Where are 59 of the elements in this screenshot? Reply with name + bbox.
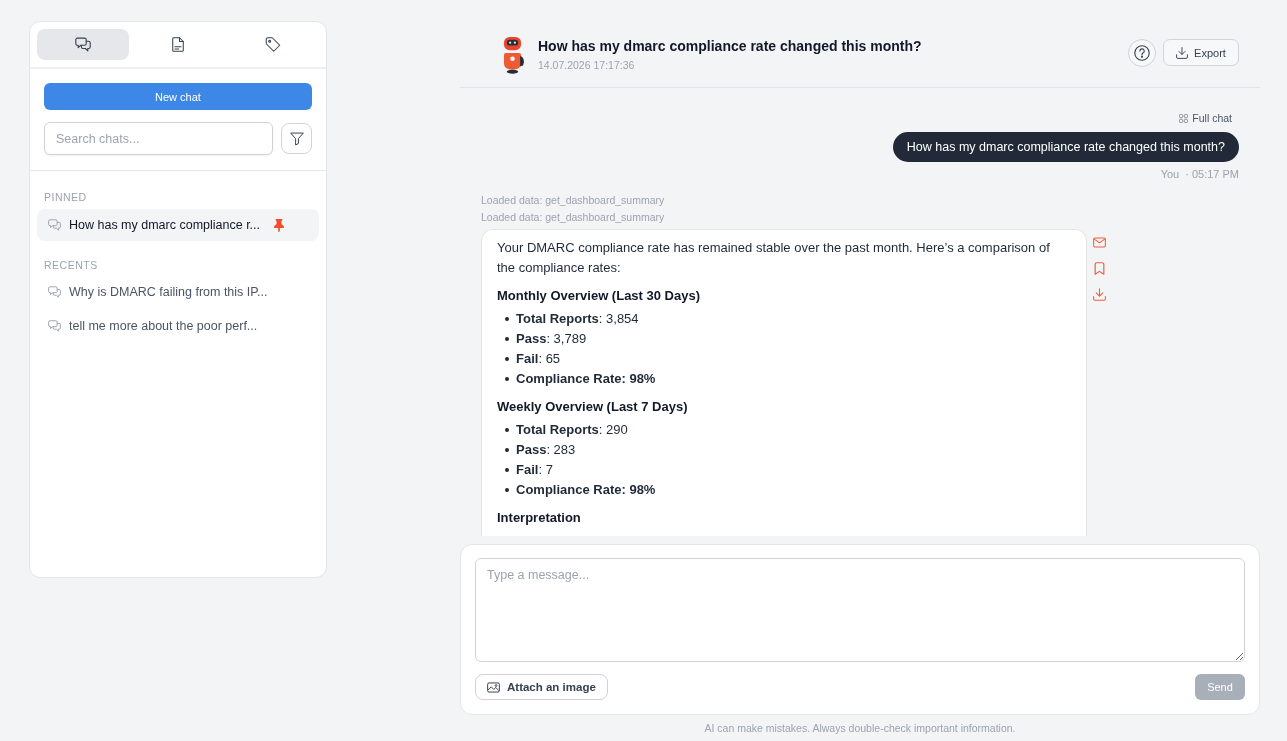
bullet-icon [505,468,509,472]
list-item-text: Pass: 283 [516,441,576,459]
bullet-icon [505,317,509,321]
bullet-icon [505,488,509,492]
chat-title: How has my dmarc compliance rate changed this month? [538,36,923,55]
bookmark-icon [1093,261,1106,275]
bullet-icon [505,377,509,381]
bullet-icon [505,337,509,341]
chat-bubbles-icon [75,37,91,52]
export-button[interactable]: Export [1163,39,1239,66]
grid-icon [1179,113,1189,123]
bookmark-button[interactable] [1093,261,1106,275]
message-time: · 05:17 PM [1185,168,1239,181]
image-icon [487,681,500,693]
sidebar-tab[interactable] [37,29,129,60]
section-heading: RECENTS [43,259,99,271]
tool-status-text: Loaded data: get_dashboard_summary [481,194,665,206]
filter-icon [289,131,304,146]
disclaimer-text: AI can make mistakes. Always double-check important information. [704,722,1016,734]
bullet-icon [505,428,509,432]
tool-status-text: Loaded data: get_dashboard_summary [481,211,665,223]
chat-bubbles-icon [48,286,61,298]
bullet-icon [505,448,509,452]
user-message-bubble: How has my dmarc compliance rate changed this month? [892,132,1239,162]
mail-icon [1093,235,1106,249]
message-paragraph: Your DMARC compliance rate has remained stable over the past month. Here’s a comparison of the compliance rates: [497,239,1051,277]
chat-list-item[interactable]: tell me more about the poor perf... [37,310,319,342]
list-item-text: Total Reports: 290 [516,421,628,439]
list-item-text: Total Reports: 3,854 [516,310,639,328]
chat-timestamp: 14.07.2026 17:17:36 [538,58,636,71]
section-heading: PINNED [43,191,88,203]
help-icon [1134,44,1150,61]
help-button[interactable] [1128,38,1156,67]
tag-icon [265,37,281,52]
chat-list-item[interactable]: How has my dmarc compliance r... [37,209,319,241]
download-icon [1093,287,1106,301]
search-field[interactable]: Search chats... [44,122,273,155]
new-chat-button[interactable]: New chat [44,83,312,110]
filter-button[interactable] [281,123,312,154]
message-heading: Interpretation [497,509,582,527]
message-author: You [1160,168,1180,181]
download-button[interactable] [1093,287,1106,301]
list-item-text: Fail: 7 [516,461,553,479]
download-icon [1176,46,1189,59]
message-input-field[interactable]: Type a message... [475,558,1245,662]
list-item-text: Fail: 65 [516,350,561,368]
message-heading: Monthly Overview (Last 30 Days) [497,287,701,305]
list-item-text: Compliance Rate: 98% [516,481,656,499]
message-heading: Weekly Overview (Last 7 Days) [497,398,689,416]
chat-bubbles-icon [48,320,61,332]
document-icon [170,37,186,52]
list-item-text: Compliance Rate: 98% [516,370,656,388]
email-button[interactable] [1093,235,1106,249]
bullet-icon [505,357,509,361]
attach-image-button[interactable]: Attach an image [475,674,608,700]
chat-bubbles-icon [48,219,61,231]
chat-list-item[interactable]: Why is DMARC failing from this IP... [37,276,319,308]
list-item-text: Pass: 3,789 [516,330,587,348]
full-chat-link[interactable]: Full chat [1179,112,1232,124]
